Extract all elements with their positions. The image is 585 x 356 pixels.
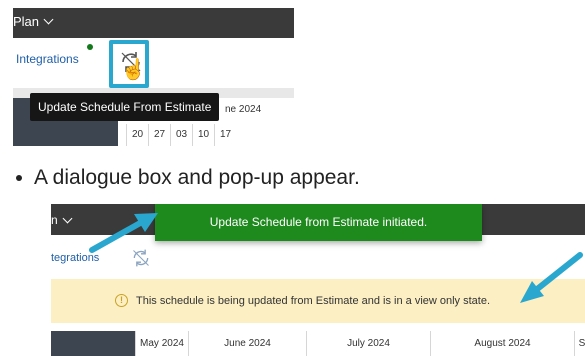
- sidebar-panel: [51, 331, 135, 356]
- day-cell: 27: [148, 124, 170, 146]
- hand-cursor-icon: ☝: [121, 59, 146, 81]
- instruction-text: A dialogue box and pop-up appear.: [34, 166, 360, 189]
- success-toast: Update Schedule from Estimate initiated.: [155, 204, 482, 241]
- month-cell: July 2024: [306, 331, 430, 356]
- month-cell: May 2024: [135, 331, 188, 356]
- status-dot: [87, 44, 93, 50]
- day-cell: 17: [214, 124, 236, 146]
- chevron-down-icon: [62, 213, 73, 223]
- month-header: ne 2024: [225, 104, 262, 115]
- day-row: 20 27 03 10 17: [126, 124, 236, 146]
- sync-disabled-icon: [133, 249, 149, 267]
- month-cell: August 2024: [430, 331, 574, 356]
- month-cell: June 2024: [188, 331, 306, 356]
- banner-text: This schedule is being updated from Esti…: [136, 295, 491, 307]
- bullet-icon: [16, 175, 22, 181]
- instruction-item: A dialogue box and pop-up appear.: [16, 166, 360, 190]
- plan-label: n: [51, 213, 58, 227]
- view-only-banner: ! This schedule is being updated from Es…: [51, 279, 585, 323]
- day-cell: 03: [170, 124, 192, 146]
- update-schedule-button[interactable]: ☝: [109, 40, 149, 88]
- chevron-down-icon: [43, 14, 54, 25]
- warning-icon: !: [115, 294, 128, 307]
- tooltip: Update Schedule From Estimate: [30, 93, 220, 121]
- screenshot-after: n tegrations ! This schedule is being up…: [51, 204, 585, 356]
- plan-label: Plan: [13, 14, 40, 29]
- month-row: May 2024 June 2024 July 2024 August 2024…: [135, 331, 585, 356]
- integrations-link[interactable]: Integrations: [16, 52, 79, 66]
- plan-menu[interactable]: Plan: [13, 14, 54, 29]
- top-bar: Plan: [13, 8, 294, 38]
- integrations-link[interactable]: tegrations: [51, 252, 99, 264]
- screenshot-before: Plan Integrations ☝ ne 2024 20 27 03 10 …: [13, 8, 294, 146]
- plan-menu[interactable]: n: [51, 213, 73, 227]
- day-cell: 10: [192, 124, 214, 146]
- month-cell: S: [574, 331, 585, 356]
- day-cell: 20: [126, 124, 148, 146]
